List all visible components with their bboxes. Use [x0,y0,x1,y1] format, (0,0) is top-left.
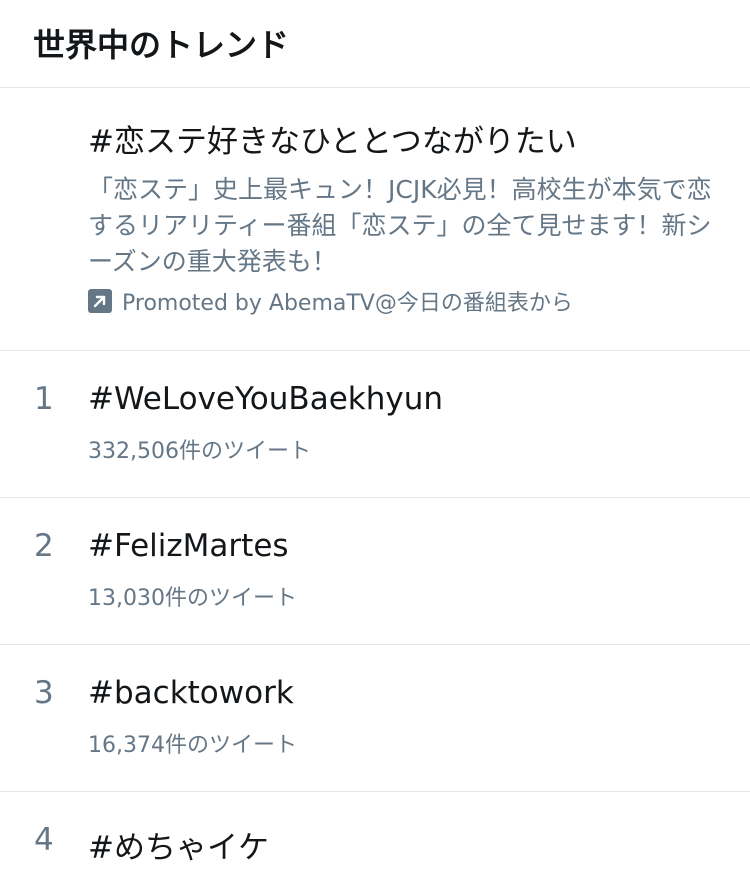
page-title: 世界中のトレンド [33,26,290,64]
promoted-trend[interactable]: #恋ステ好きなひととつながりたい 「恋ステ」史上最キュン！JCJK必見！高校生が… [0,88,750,351]
trend-rank: 3 [34,675,54,711]
trend-hashtag[interactable]: #backtowork [88,675,294,711]
trend-item[interactable]: 1 #WeLoveYouBaekhyun 332,506件のツイート [0,351,750,498]
trend-hashtag[interactable]: #WeLoveYouBaekhyun [88,381,443,417]
trend-tweet-count: 332,506件のツイート [88,439,311,464]
trend-item[interactable]: 3 #backtowork 16,374件のツイート [0,645,750,792]
trend-rank: 4 [34,822,54,858]
promoted-by-line: Promoted by AbemaTV@今日の番組表から [88,286,573,316]
trend-hashtag[interactable]: #FelizMartes [88,528,289,564]
trend-tweet-count: 13,030件のツイート [88,586,297,611]
promoted-by-label: Promoted by AbemaTV@今日の番組表から [122,291,573,316]
trend-item[interactable]: 2 #FelizMartes 13,030件のツイート [0,498,750,645]
trends-header: 世界中のトレンド [0,0,750,88]
trend-tweet-count: 16,374件のツイート [88,733,297,758]
trend-rank: 1 [34,381,54,417]
promoted-hashtag[interactable]: #恋ステ好きなひととつながりたい [88,116,577,161]
trend-hashtag[interactable]: #めちゃイケ [88,822,269,867]
promoted-description: 「恋ステ」史上最キュン！JCJK必見！高校生が本気で恋するリアリティー番組「恋ス… [88,175,712,276]
trend-rank: 2 [34,528,54,564]
promoted-arrow-icon [88,289,112,313]
trend-item[interactable]: 4 #めちゃイケ [0,792,750,875]
